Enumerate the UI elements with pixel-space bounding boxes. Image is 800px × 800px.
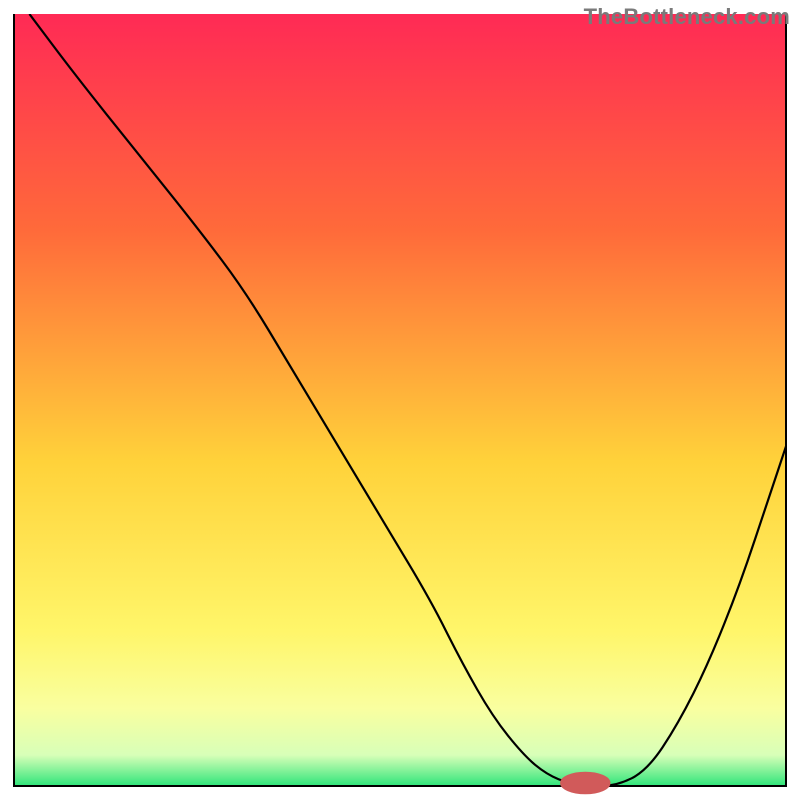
gradient-background [14,14,786,786]
chart-stage: TheBottleneck.com [0,0,800,800]
bottleneck-chart [0,0,800,800]
optimal-marker [561,772,610,794]
watermark-text: TheBottleneck.com [584,4,790,30]
